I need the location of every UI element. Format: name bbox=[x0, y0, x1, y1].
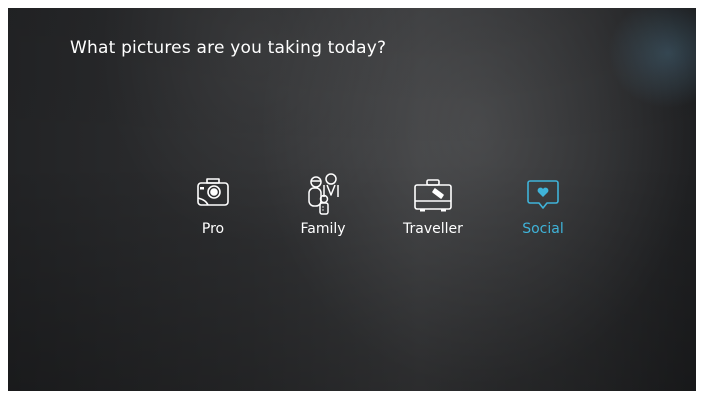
option-label: Family bbox=[300, 221, 346, 237]
option-label: Traveller bbox=[403, 221, 463, 237]
option-label: Pro bbox=[201, 221, 225, 237]
option-family[interactable]: Family bbox=[268, 173, 378, 253]
option-traveller[interactable]: Traveller bbox=[378, 173, 488, 253]
option-social[interactable]: Social bbox=[488, 173, 598, 253]
option-pro[interactable]: Pro bbox=[158, 173, 268, 253]
option-label: Social bbox=[522, 221, 564, 237]
photo-type-options: Pro Family Traveller Social bbox=[158, 173, 598, 253]
app-screen: What pictures are you taking today? Pro bbox=[8, 8, 696, 391]
page-title: What pictures are you taking today? bbox=[70, 38, 387, 58]
camera-icon bbox=[197, 178, 229, 206]
heart-speech-bubble-icon bbox=[527, 180, 559, 209]
family-icon bbox=[308, 173, 339, 215]
suitcase-icon bbox=[414, 179, 452, 212]
